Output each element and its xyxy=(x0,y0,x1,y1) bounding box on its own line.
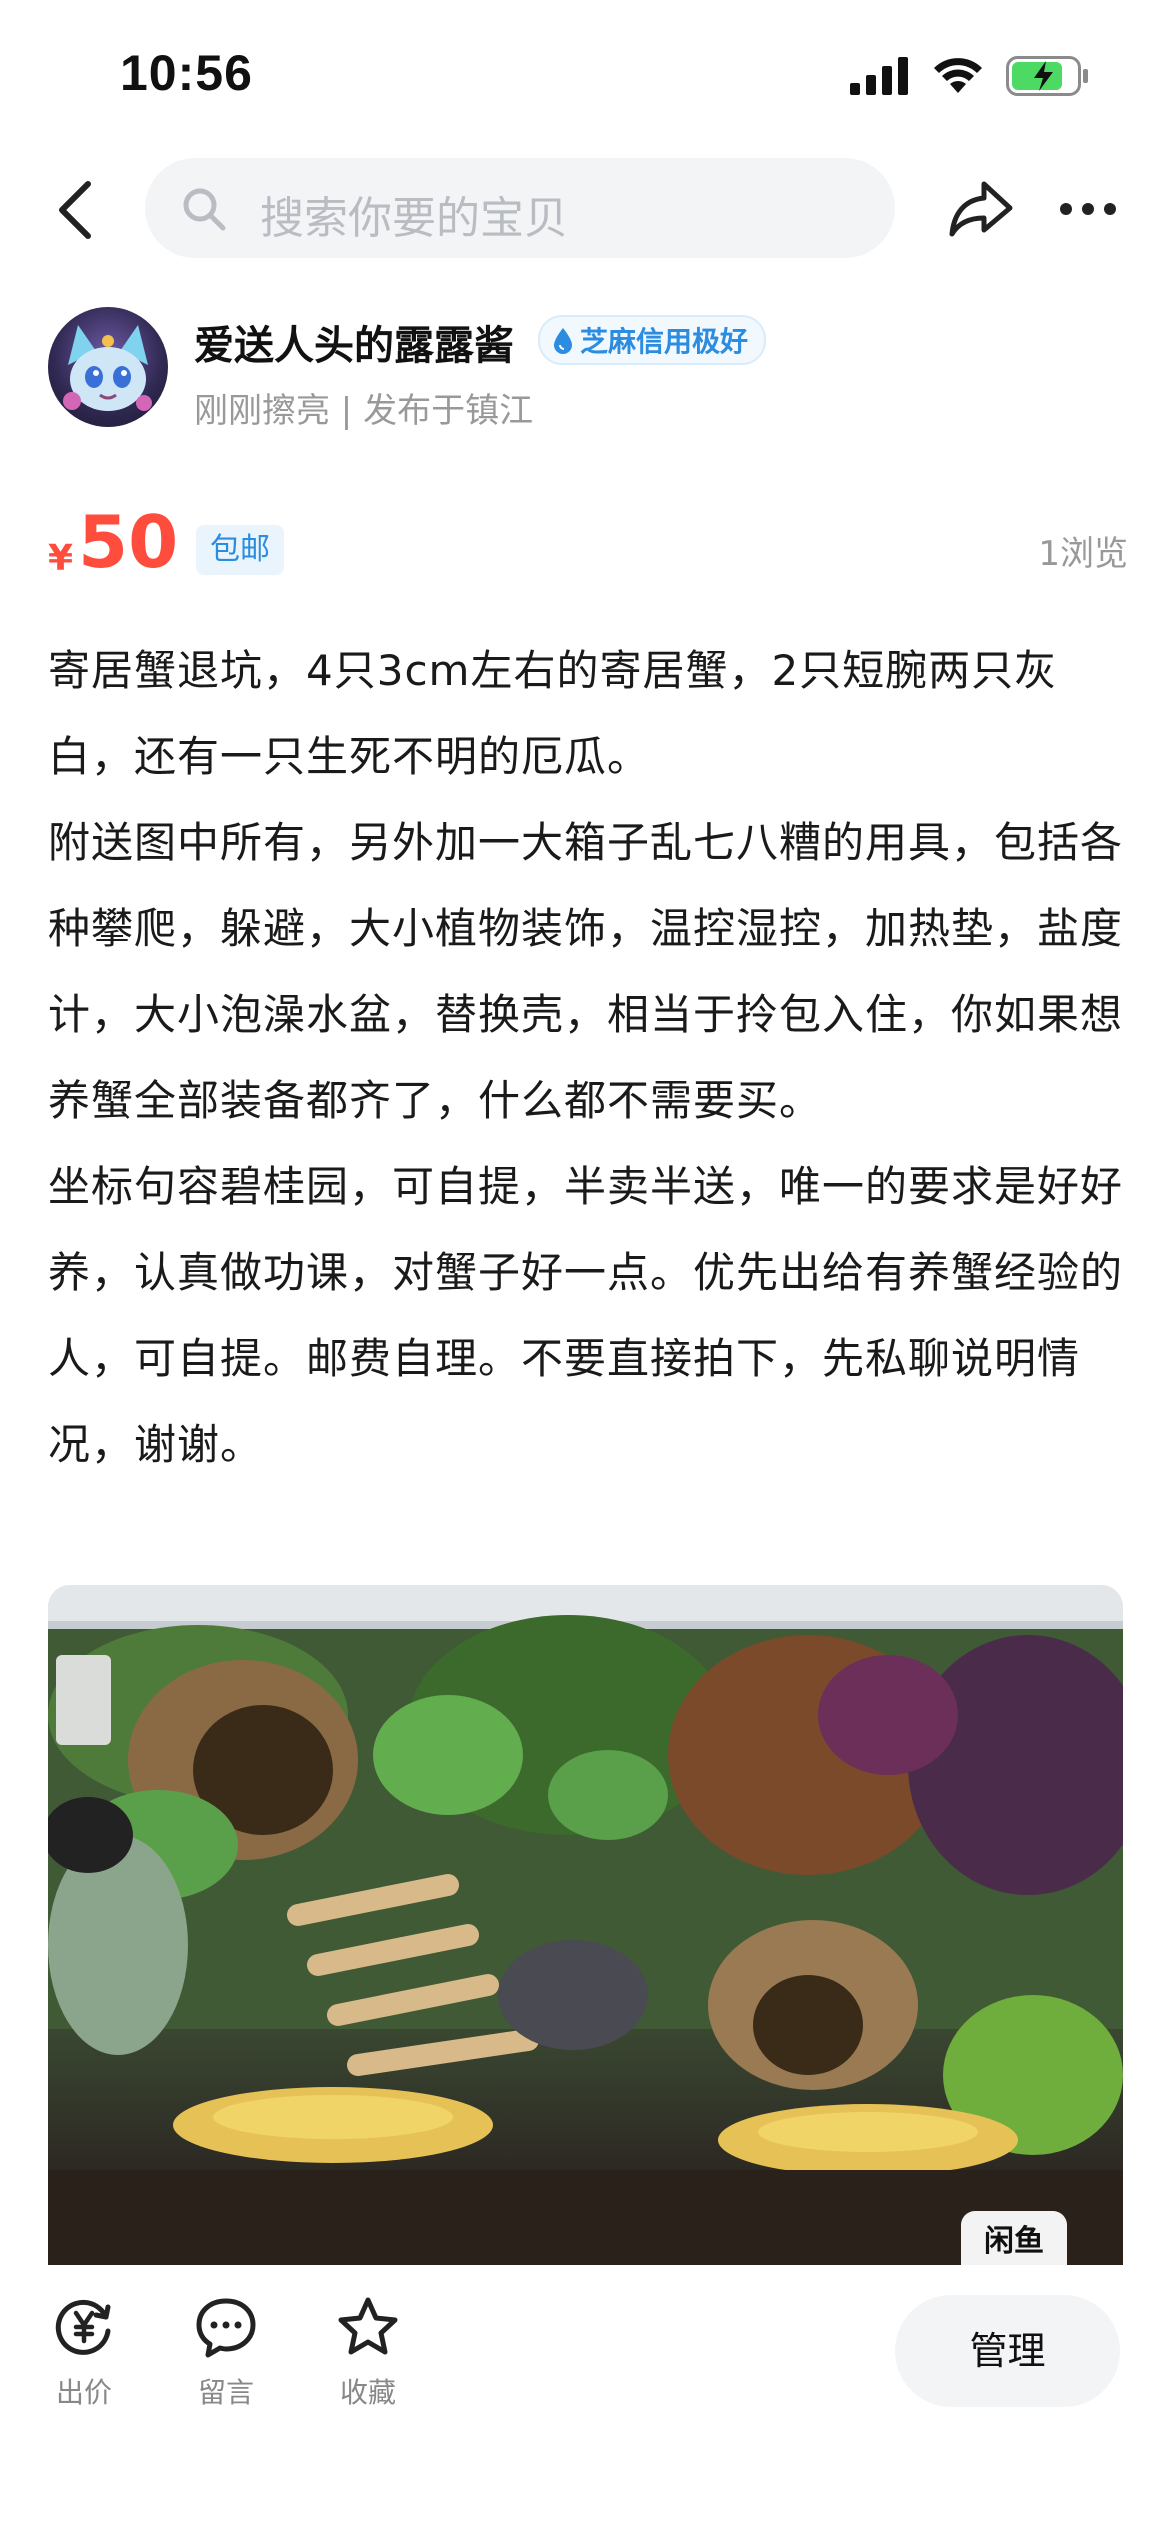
cellular-signal-icon xyxy=(850,57,908,95)
back-button[interactable] xyxy=(48,178,108,242)
more-icon-dot xyxy=(1082,203,1094,215)
status-bar: 10:56 xyxy=(0,0,1170,150)
more-icon-dot xyxy=(1104,203,1116,215)
status-icons xyxy=(850,56,1090,96)
more-icon xyxy=(1060,203,1072,215)
battery-icon xyxy=(1006,56,1088,96)
share-icon xyxy=(949,181,1013,237)
product-image[interactable]: 闲鱼 xyxy=(48,1585,1123,2265)
description-paragraph: 坐标句容碧桂园，可自提，半卖半送，唯一的要求是好好养，认真做功课，对蟹子好一点。… xyxy=(48,1162,1124,1469)
favorite-label: 收藏 xyxy=(339,2376,396,2409)
item-description: 寄居蟹退坑，4只3cm左右的寄居蟹，2只短腕两只灰白，还有一只生死不明的厄瓜。 … xyxy=(48,628,1123,1488)
description-paragraph: 附送图中所有，另外加一大箱子乱七八糟的用具，包括各种攀爬，躲避，大小植物装饰，温… xyxy=(48,818,1124,1125)
offer-label: 出价 xyxy=(55,2376,112,2409)
favorite-button[interactable]: 收藏 xyxy=(318,2295,418,2415)
price-currency: ¥ xyxy=(48,538,74,579)
credit-badge: 芝麻信用极好 xyxy=(538,315,767,365)
free-shipping-tag: 包邮 xyxy=(196,525,284,575)
terrarium-photo xyxy=(48,1585,1123,2265)
search-placeholder: 搜索你要的宝贝 xyxy=(260,193,568,244)
status-time: 10:56 xyxy=(120,45,253,101)
star-icon xyxy=(338,2297,398,2355)
seller-meta: 刚刚擦亮 | 发布于镇江 xyxy=(194,391,534,431)
price-value: 50 xyxy=(78,500,179,584)
chat-bubble-icon xyxy=(196,2298,256,2358)
view-count: 1浏览 xyxy=(1038,534,1128,574)
comment-label: 留言 xyxy=(197,2376,254,2409)
bottom-action-bar: 出价 留言 收藏 管理 xyxy=(0,2265,1170,2532)
chevron-left-icon xyxy=(59,181,91,239)
more-button[interactable] xyxy=(1060,200,1126,215)
search-icon xyxy=(183,188,226,231)
manage-button[interactable]: 管理 xyxy=(895,2295,1120,2407)
top-nav: 搜索你要的宝贝 xyxy=(0,150,1170,270)
search-input[interactable]: 搜索你要的宝贝 xyxy=(145,158,895,258)
seller-name: 爱送人头的露露酱 xyxy=(194,323,514,369)
wifi-icon xyxy=(934,58,982,93)
price-row: ¥ 50 包邮 1浏览 xyxy=(48,500,1128,590)
credit-drop-icon xyxy=(554,328,572,354)
offer-button[interactable]: 出价 xyxy=(34,2295,134,2415)
yen-cycle-icon xyxy=(55,2299,111,2355)
seller-info[interactable]: 爱送人头的露露酱 芝麻信用极好 刚刚擦亮 | 发布于镇江 xyxy=(48,305,1128,435)
avatar[interactable] xyxy=(48,307,168,427)
item-detail-page: 10:56 搜索你要的宝贝 爱送人头的露露酱 芝麻信用极好 刚刚擦亮 | 发布于… xyxy=(0,0,1170,2532)
share-button[interactable] xyxy=(948,174,1016,242)
avatar-image xyxy=(63,325,152,411)
comment-button[interactable]: 留言 xyxy=(176,2295,276,2415)
credit-badge-label: 芝麻信用极好 xyxy=(580,325,749,358)
description-paragraph: 寄居蟹退坑，4只3cm左右的寄居蟹，2只短腕两只灰白，还有一只生死不明的厄瓜。 xyxy=(48,646,1058,781)
xianyu-watermark: 闲鱼 xyxy=(961,2211,1067,2265)
